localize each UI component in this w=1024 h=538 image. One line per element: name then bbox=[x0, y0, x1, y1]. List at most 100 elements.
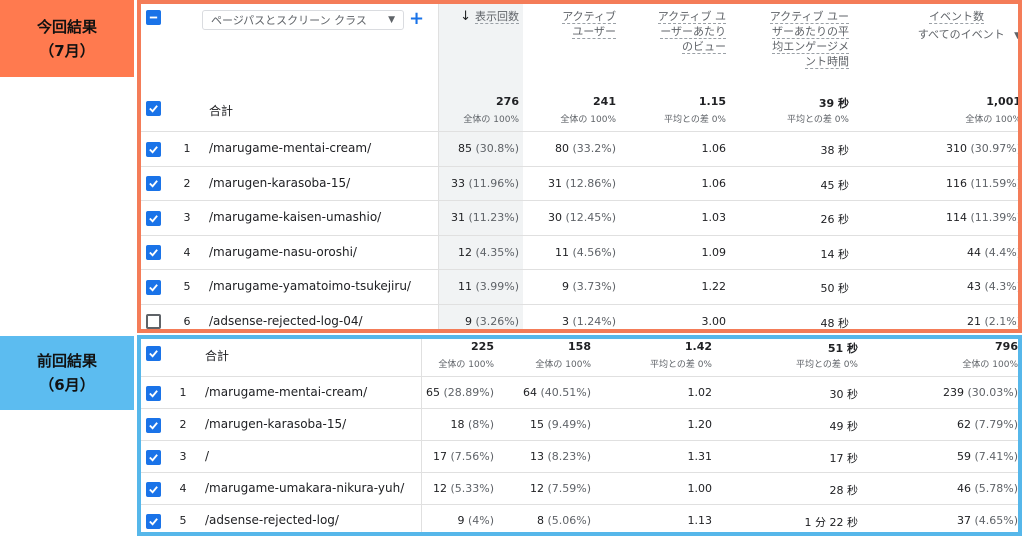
row-number: 4 bbox=[179, 482, 187, 495]
page-path-link[interactable]: /marugame-yamatoimo-tsukejiru/ bbox=[209, 279, 411, 293]
page-path-link[interactable]: / bbox=[205, 449, 209, 463]
row-checkbox[interactable] bbox=[146, 176, 161, 192]
users-cell: 8 (5.06%) bbox=[536, 514, 591, 527]
events-cell: 59 (7.41%) bbox=[956, 450, 1018, 463]
events-cell: 114 (11.39%) bbox=[945, 211, 1021, 225]
page-path-link[interactable]: /marugame-mentai-cream/ bbox=[205, 385, 367, 399]
table-row[interactable]: 4 /marugame-umakara-nikura-yuh/ 12 (5.33… bbox=[141, 472, 1018, 504]
total-users-sub: 全体の 100% bbox=[535, 360, 591, 370]
engagement-cell: 14 秒 bbox=[820, 247, 850, 261]
page-path-link[interactable]: /marugame-umakara-nikura-yuh/ bbox=[205, 481, 404, 495]
views-cell: 11 (3.99%) bbox=[457, 280, 519, 294]
table-row[interactable]: 2 /marugen-karasoba-15/ 18 (8%) 15 (9.49… bbox=[141, 408, 1018, 440]
row-number: 5 bbox=[183, 280, 191, 294]
page-path-link[interactable]: /marugame-nasu-oroshi/ bbox=[209, 245, 357, 259]
add-dimension-button[interactable]: + bbox=[409, 8, 424, 29]
row-checkbox[interactable] bbox=[146, 513, 161, 529]
dimension-select[interactable]: ページパスとスクリーン クラス ▼ bbox=[202, 10, 404, 30]
engagement-cell: 45 秒 bbox=[820, 178, 850, 192]
row-number: 2 bbox=[179, 418, 187, 431]
engagement-cell: 50 秒 bbox=[820, 282, 850, 296]
header-engagement-time[interactable]: アクティブ ユー ザーあたりの平 均エンゲージメ ント時間 bbox=[741, 9, 849, 69]
page-path-link[interactable]: /adsense-rejected-log-04/ bbox=[209, 314, 363, 328]
table-row[interactable]: 3 /marugame-kaisen-umashio/ 31 (11.23%) … bbox=[141, 200, 1018, 235]
events-filter-select[interactable]: すべてのイベント ▼ bbox=[881, 27, 1021, 44]
users-cell: 30 (12.45%) bbox=[547, 211, 616, 225]
table-row[interactable]: 6 /adsense-rejected-log-04/ 9 (3.26%) 3 … bbox=[141, 303, 1018, 329]
row-checkbox[interactable] bbox=[146, 314, 161, 329]
events-cell: 116 (11.59%) bbox=[945, 176, 1021, 190]
engagement-cell: 49 秒 bbox=[829, 420, 859, 433]
users-cell: 9 (3.73%) bbox=[561, 280, 616, 294]
row-checkbox[interactable] bbox=[146, 385, 161, 401]
vpu-cell: 1.20 bbox=[687, 418, 713, 431]
page-path-link[interactable]: /adsense-rejected-log/ bbox=[205, 513, 339, 527]
header-views[interactable]: ↓ 表示回数 bbox=[441, 9, 519, 24]
engagement-cell: 17 秒 bbox=[829, 452, 859, 465]
page-path-link[interactable]: /marugen-karasoba-15/ bbox=[209, 176, 350, 190]
views-cell: 65 (28.89%) bbox=[425, 386, 494, 399]
table-row[interactable]: 1 /marugame-mentai-cream/ 65 (28.89%) 64… bbox=[141, 376, 1018, 408]
row-checkbox[interactable] bbox=[146, 449, 161, 465]
events-cell: 239 (30.03%) bbox=[942, 386, 1018, 399]
users-cell: 11 (4.56%) bbox=[554, 245, 616, 259]
users-cell: 13 (8.23%) bbox=[529, 450, 591, 463]
chevron-down-icon: ▼ bbox=[1014, 31, 1021, 41]
views-cell: 12 (4.35%) bbox=[457, 245, 519, 259]
vpu-cell: 1.06 bbox=[701, 142, 727, 156]
row-number: 3 bbox=[179, 450, 187, 463]
current-label-month: （7月） bbox=[39, 41, 95, 60]
header-events[interactable]: イベント数 bbox=[881, 9, 984, 24]
users-cell: 80 (33.2%) bbox=[554, 142, 616, 156]
row-checkbox[interactable] bbox=[146, 417, 161, 433]
current-label-title: 今回結果 bbox=[36, 17, 97, 36]
total-engagement: 51 秒 bbox=[827, 342, 858, 355]
total-label: 合計 bbox=[205, 349, 230, 363]
row-checkbox[interactable] bbox=[146, 210, 161, 226]
page-path-link[interactable]: /marugen-karasoba-15/ bbox=[205, 417, 346, 431]
events-cell: 310 (30.97%) bbox=[945, 142, 1021, 156]
views-cell: 9 (4%) bbox=[457, 514, 494, 527]
header-active-users[interactable]: アクティブ ユーザー bbox=[536, 9, 616, 39]
previous-label-title: 前回結果 bbox=[36, 352, 97, 370]
table-row[interactable]: 5 /adsense-rejected-log/ 9 (4%) 8 (5.06%… bbox=[141, 504, 1018, 532]
table-row[interactable]: 5 /marugame-yamatoimo-tsukejiru/ 11 (3.9… bbox=[141, 269, 1018, 304]
total-engagement-sub: 平均との差 0% bbox=[795, 360, 858, 370]
page-path-link[interactable]: /marugame-mentai-cream/ bbox=[209, 141, 371, 155]
table-row[interactable]: 3 / 17 (7.56%) 13 (8.23%) 1.31 17 秒 59 (… bbox=[141, 440, 1018, 472]
vpu-cell: 1.13 bbox=[687, 514, 713, 527]
current-report-table: ページパスとスクリーン クラス ▼ + ↓ 表示回数 アクティブ ユーザー アクティ… bbox=[137, 0, 1022, 333]
users-cell: 12 (7.59%) bbox=[529, 482, 591, 495]
row-number: 4 bbox=[183, 245, 191, 259]
total-users: 241 bbox=[593, 95, 616, 108]
row-checkbox[interactable] bbox=[146, 481, 161, 497]
table-row[interactable]: 2 /marugen-karasoba-15/ 33 (11.96%) 31 (… bbox=[141, 165, 1021, 201]
total-checkbox[interactable] bbox=[146, 101, 161, 116]
previous-report-table: 合計 225 全体の 100% 158 全体の 100% 1.42 平均との差 … bbox=[137, 335, 1022, 536]
row-number: 3 bbox=[183, 211, 191, 225]
total-checkbox[interactable] bbox=[146, 346, 161, 361]
views-cell: 31 (11.23%) bbox=[450, 211, 519, 225]
engagement-cell: 26 秒 bbox=[820, 213, 850, 227]
table-row[interactable]: 4 /marugame-nasu-oroshi/ 12 (4.35%) 11 (… bbox=[141, 234, 1018, 270]
table-row[interactable]: 1 /marugame-mentai-cream/ 85 (30.8%) 80 … bbox=[141, 131, 1018, 166]
header-views-per-user[interactable]: アクティブ ユーザーあたり のビュー bbox=[631, 9, 726, 54]
total-events: 796 bbox=[995, 340, 1018, 353]
users-cell: 15 (9.49%) bbox=[529, 418, 591, 431]
vpu-cell: 1.06 bbox=[701, 176, 727, 190]
engagement-cell: 28 秒 bbox=[829, 484, 859, 497]
vpu-cell: 3.00 bbox=[701, 314, 727, 328]
row-number: 1 bbox=[183, 142, 191, 156]
total-events-sub: 全体の 100% bbox=[962, 360, 1018, 370]
total-events: 1,001 bbox=[986, 95, 1021, 108]
users-cell: 3 (1.24%) bbox=[561, 314, 616, 328]
chevron-down-icon: ▼ bbox=[388, 15, 395, 25]
row-number: 5 bbox=[179, 514, 187, 527]
total-views: 276 bbox=[496, 95, 519, 108]
row-checkbox[interactable] bbox=[146, 245, 161, 261]
row-checkbox[interactable] bbox=[146, 279, 161, 295]
views-cell: 12 (5.33%) bbox=[432, 482, 494, 495]
select-all-checkbox[interactable] bbox=[146, 10, 161, 25]
page-path-link[interactable]: /marugame-kaisen-umashio/ bbox=[209, 210, 381, 224]
row-checkbox[interactable] bbox=[146, 141, 161, 157]
